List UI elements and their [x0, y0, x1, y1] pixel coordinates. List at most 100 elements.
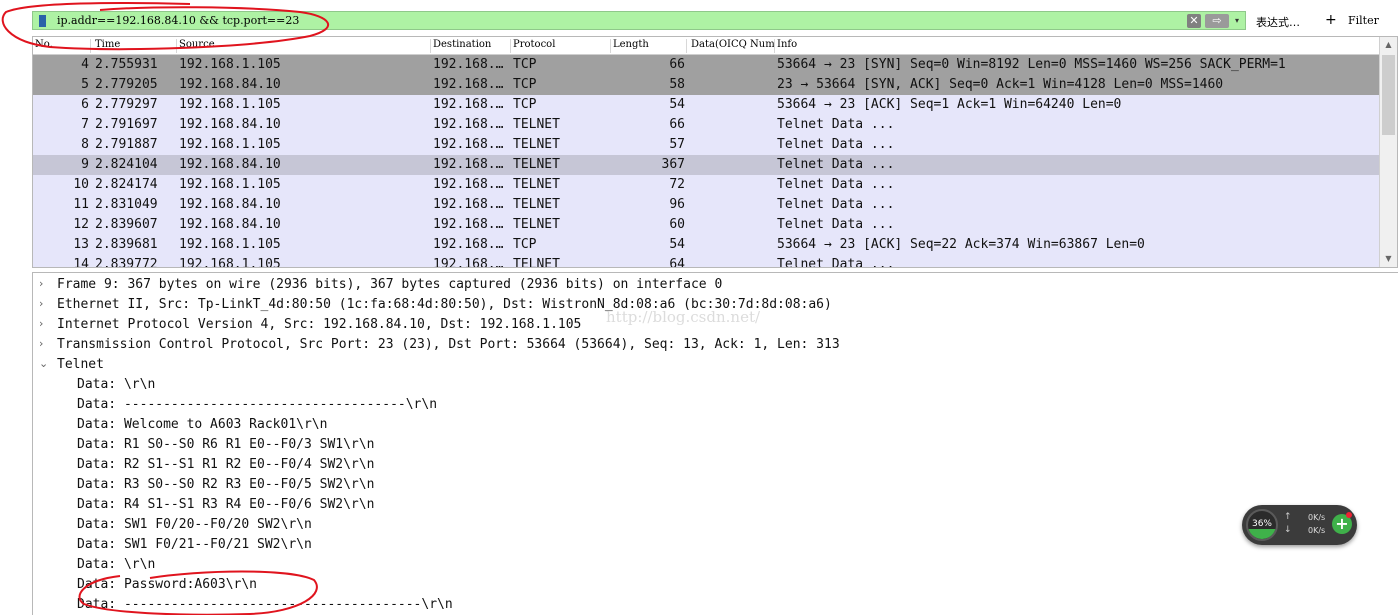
- cell-source: 192.168.1.105: [179, 137, 281, 152]
- detail-field[interactable]: Data: Password:A603\r\n: [33, 575, 1393, 595]
- detail-text: Frame 9: 367 bytes on wire (2936 bits), …: [57, 277, 723, 292]
- cell-destination: 192.168.…: [433, 217, 504, 232]
- expand-arrow-icon[interactable]: ⌄: [39, 357, 48, 370]
- column-header-destination[interactable]: Destination: [431, 39, 511, 53]
- cell-length: 66: [669, 117, 685, 132]
- scroll-down-icon[interactable]: ▼: [1380, 251, 1397, 267]
- detail-field[interactable]: Data: R4 S1--S1 R3 R4 E0--F0/6 SW2\r\n: [33, 495, 1393, 515]
- cell-source: 192.168.84.10: [179, 217, 281, 232]
- filter-button[interactable]: Filter: [1348, 14, 1379, 27]
- cell-length: 58: [669, 77, 685, 92]
- detail-field[interactable]: Data: SW1 F0/21--F0/21 SW2\r\n: [33, 535, 1393, 555]
- cell-length: 54: [669, 97, 685, 112]
- cell-source: 192.168.84.10: [179, 117, 281, 132]
- column-header-source[interactable]: Source: [177, 39, 431, 53]
- detail-field[interactable]: Data: \r\n: [33, 555, 1393, 575]
- cell-time: 2.791697: [95, 117, 158, 132]
- cell-protocol: TELNET: [513, 157, 560, 172]
- cell-protocol: TELNET: [513, 257, 560, 268]
- column-header-protocol[interactable]: Protocol: [511, 39, 611, 53]
- detail-text: Data: R1 S0--S0 R6 R1 E0--F0/3 SW1\r\n: [77, 437, 375, 452]
- cell-length: 96: [669, 197, 685, 212]
- usage-gauge: 36%: [1246, 509, 1278, 541]
- collapse-arrow-icon[interactable]: ›: [39, 297, 43, 310]
- detail-field[interactable]: Data: R2 S1--S1 R1 R2 E0--F0/4 SW2\r\n: [33, 455, 1393, 475]
- packet-list-scrollbar[interactable]: ▲ ▼: [1379, 37, 1397, 267]
- detail-field[interactable]: Data: ----------------------------------…: [33, 595, 1393, 615]
- column-header-info[interactable]: Info: [775, 39, 1381, 53]
- detail-field[interactable]: Data: \r\n: [33, 375, 1393, 395]
- table-row[interactable]: 9 2.824104 192.168.84.10 192.168.… TELNET 367…: [33, 155, 1381, 175]
- detail-field[interactable]: Data: Welcome to A603 Rack01\r\n: [33, 415, 1393, 435]
- cell-time: 2.824174: [95, 177, 158, 192]
- detail-field[interactable]: Data: ----------------------------------…: [33, 395, 1393, 415]
- scroll-up-icon[interactable]: ▲: [1380, 37, 1397, 53]
- table-row[interactable]: 11 2.831049 192.168.84.10 192.168.… TELNET 96…: [33, 195, 1381, 215]
- display-filter-input[interactable]: ip.addr==192.168.84.10 && tcp.port==23 ✕…: [32, 11, 1246, 30]
- table-row[interactable]: 7 2.791697 192.168.84.10 192.168.… TELNET 66 T…: [33, 115, 1381, 135]
- detail-text: Data: R4 S1--S1 R3 R4 E0--F0/6 SW2\r\n: [77, 497, 375, 512]
- table-row[interactable]: 10 2.824174 192.168.1.105 192.168.… TELNET 72…: [33, 175, 1381, 195]
- filter-text[interactable]: ip.addr==192.168.84.10 && tcp.port==23: [57, 14, 299, 27]
- collapse-arrow-icon[interactable]: ›: [39, 337, 43, 350]
- detail-tree-node[interactable]: › Transmission Control Protocol, Src Port…: [33, 335, 1393, 355]
- cell-protocol: TELNET: [513, 217, 560, 232]
- detail-field[interactable]: Data: R1 S0--S0 R6 R1 E0--F0/3 SW1\r\n: [33, 435, 1393, 455]
- table-row[interactable]: 6 2.779297 192.168.1.105 192.168.… TCP 54 5366…: [33, 95, 1381, 115]
- cell-time: 2.791887: [95, 137, 158, 152]
- cell-destination: 192.168.…: [433, 157, 504, 172]
- table-row[interactable]: 14 2.839772 192.168.1.105 192.168.… TELNET 64…: [33, 255, 1381, 268]
- cell-length: 66: [669, 57, 685, 72]
- column-header-no[interactable]: No.: [33, 39, 91, 53]
- column-header-time[interactable]: Time: [93, 39, 177, 53]
- table-row[interactable]: 12 2.839607 192.168.84.10 192.168.… TELNET 60…: [33, 215, 1381, 235]
- upload-arrow-icon: ↑: [1284, 512, 1292, 522]
- detail-tree-node[interactable]: › Frame 9: 367 bytes on wire (2936 bits),…: [33, 275, 1393, 295]
- bookmark-icon[interactable]: [39, 15, 46, 27]
- cell-source: 192.168.1.105: [179, 57, 281, 72]
- collapse-arrow-icon[interactable]: ›: [39, 277, 43, 290]
- detail-field[interactable]: Data: R3 S0--S0 R2 R3 E0--F0/5 SW2\r\n: [33, 475, 1393, 495]
- cell-protocol: TELNET: [513, 177, 560, 192]
- notification-dot: [1346, 512, 1352, 518]
- chevron-down-icon[interactable]: ▾: [1232, 15, 1242, 27]
- cell-destination: 192.168.…: [433, 97, 504, 112]
- cell-time: 2.824104: [95, 157, 158, 172]
- cell-time: 2.779297: [95, 97, 158, 112]
- detail-text: Data: ----------------------------------…: [77, 397, 438, 412]
- cell-protocol: TELNET: [513, 137, 560, 152]
- clear-filter-icon[interactable]: ✕: [1187, 14, 1201, 28]
- cell-time: 2.755931: [95, 57, 158, 72]
- cell-no: 6: [81, 97, 89, 112]
- cell-time: 2.831049: [95, 197, 158, 212]
- cell-destination: 192.168.…: [433, 117, 504, 132]
- cell-time: 2.779205: [95, 77, 158, 92]
- cell-time: 2.839681: [95, 237, 158, 252]
- cell-info: Telnet Data ...: [777, 197, 895, 212]
- table-row[interactable]: 5 2.779205 192.168.84.10 192.168.… TCP 58 23 →…: [33, 75, 1381, 95]
- add-filter-button[interactable]: +: [1325, 12, 1337, 28]
- column-header-length[interactable]: Length: [611, 39, 687, 53]
- table-row[interactable]: 13 2.839681 192.168.1.105 192.168.… TCP 54 536…: [33, 235, 1381, 255]
- cell-source: 192.168.1.105: [179, 177, 281, 192]
- cell-info: 53664 → 23 [ACK] Seq=1 Ack=1 Win=64240 L…: [777, 97, 1122, 112]
- cell-no: 4: [81, 57, 89, 72]
- net-speed-widget[interactable]: 36% ↑ ↓ 0K/s 0K/s +: [1242, 505, 1357, 545]
- scroll-thumb[interactable]: [1382, 55, 1395, 135]
- cell-length: 64: [669, 257, 685, 268]
- cell-source: 192.168.84.10: [179, 197, 281, 212]
- cell-source: 192.168.84.10: [179, 157, 281, 172]
- cell-no: 8: [81, 137, 89, 152]
- collapse-arrow-icon[interactable]: ›: [39, 317, 43, 330]
- detail-field[interactable]: Data: SW1 F0/20--F0/20 SW2\r\n: [33, 515, 1393, 535]
- column-header-data[interactable]: Data(OICQ Num: [689, 39, 775, 53]
- detail-tree-node[interactable]: ⌄ Telnet: [33, 355, 1393, 375]
- apply-filter-icon[interactable]: ⇨: [1205, 14, 1229, 28]
- table-row[interactable]: 8 2.791887 192.168.1.105 192.168.… TELNET 57 T…: [33, 135, 1381, 155]
- cell-destination: 192.168.…: [433, 197, 504, 212]
- expression-button[interactable]: 表达式…: [1256, 14, 1300, 30]
- cell-no: 12: [73, 217, 89, 232]
- cell-time: 2.839772: [95, 257, 158, 268]
- table-row[interactable]: 4 2.755931 192.168.1.105 192.168.… TCP 66 5366…: [33, 55, 1381, 75]
- cell-destination: 192.168.…: [433, 77, 504, 92]
